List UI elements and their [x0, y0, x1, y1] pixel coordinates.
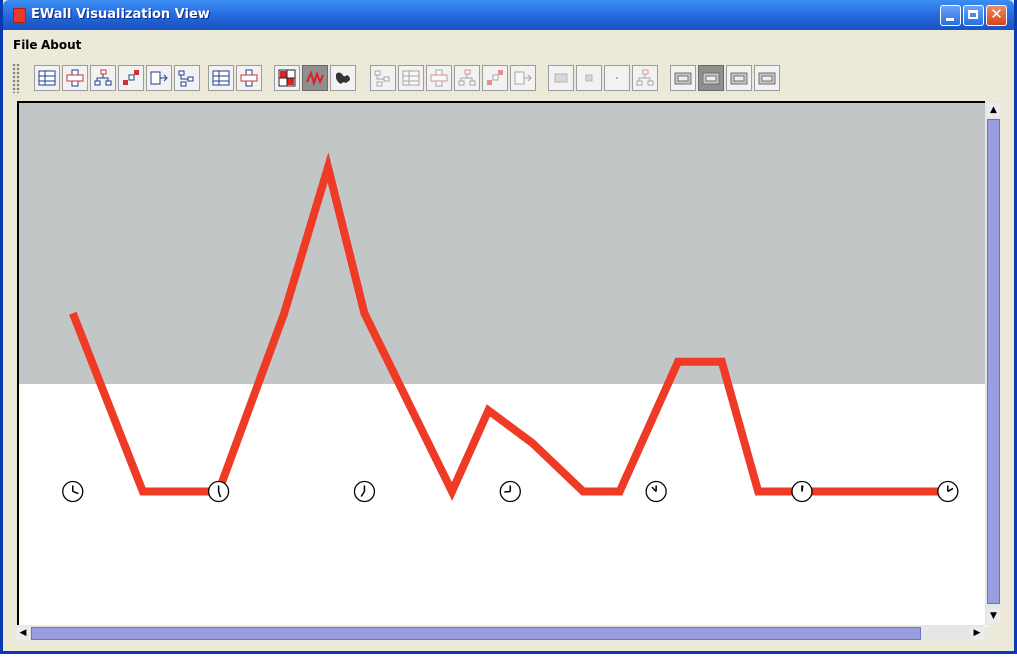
series-line-0	[69, 152, 948, 501]
line-chart-icon	[306, 70, 324, 87]
horizontal-scroll-thumb[interactable]	[31, 627, 921, 640]
window-wide-button[interactable]	[726, 65, 752, 91]
window-wide-icon	[730, 72, 748, 85]
vertical-scroll-thumb[interactable]	[987, 119, 1000, 604]
timeline-clock-icon-4[interactable]	[645, 480, 667, 503]
scroll-up-button[interactable]: ▲	[987, 103, 1000, 117]
tree-branch-icon	[178, 70, 194, 87]
pen-faded-icon	[402, 70, 420, 86]
small-square-button[interactable]	[576, 65, 602, 91]
dot-button[interactable]	[604, 65, 630, 91]
line-chart	[62, 152, 959, 503]
dot-icon	[616, 77, 618, 79]
grid-table-icon	[38, 70, 56, 86]
timeline-clock-icon-3[interactable]	[499, 480, 521, 503]
timeline-clock-icon-5[interactable]	[791, 480, 813, 503]
cross-grid-icon	[66, 69, 84, 87]
select-box-icon	[458, 69, 476, 86]
large-square-button[interactable]	[548, 65, 574, 91]
window-small-icon	[674, 72, 692, 85]
scatter-faded-button[interactable]	[510, 65, 536, 91]
align-faded-button[interactable]	[426, 65, 452, 91]
menu-file[interactable]: File	[13, 38, 38, 52]
window-plus-button[interactable]	[754, 65, 780, 91]
cluster-layout-icon	[240, 69, 258, 87]
window-medium-icon	[702, 72, 720, 85]
cluster-layout-button[interactable]	[236, 65, 262, 91]
branch-faded-icon	[374, 70, 390, 87]
red-grid-icon	[278, 69, 296, 87]
timeline-clock-icon-1[interactable]	[207, 480, 230, 503]
hierarchy-tree-button[interactable]	[90, 65, 116, 91]
title-bar[interactable]: EWall Visualization View ✕	[3, 0, 1014, 30]
toolbar-grip-handle[interactable]	[12, 63, 20, 93]
timeline-clock-icon-6[interactable]	[937, 480, 959, 503]
scroll-right-button[interactable]: ▶	[970, 627, 984, 640]
vertical-scrollbar[interactable]: ▲ ▼	[985, 101, 1002, 625]
org-faded-button[interactable]	[482, 65, 508, 91]
stair-chart-button[interactable]	[118, 65, 144, 91]
node-link-button[interactable]	[208, 65, 234, 91]
select-box-button[interactable]	[454, 65, 480, 91]
timeline-clock-icon-2[interactable]	[353, 480, 376, 503]
maximize-button[interactable]	[963, 5, 984, 26]
visualization-canvas[interactable]	[17, 101, 987, 627]
pen-faded-button[interactable]	[398, 65, 424, 91]
branch-small-icon	[636, 69, 654, 86]
line-chart-button[interactable]	[302, 65, 328, 91]
scatter-faded-icon	[514, 71, 532, 85]
world-map-icon	[336, 72, 350, 84]
cross-grid-button[interactable]	[62, 65, 88, 91]
world-map-button[interactable]	[330, 65, 356, 91]
window-title: EWall Visualization View	[31, 7, 210, 22]
window-medium-button[interactable]	[698, 65, 724, 91]
window-small-button[interactable]	[670, 65, 696, 91]
toolbar	[10, 60, 995, 96]
align-faded-icon	[430, 69, 448, 87]
stair-chart-icon	[123, 70, 139, 85]
branch-small-button[interactable]	[632, 65, 658, 91]
table-arrow-icon	[150, 71, 168, 85]
hierarchy-tree-icon	[94, 69, 112, 86]
close-button[interactable]: ✕	[986, 5, 1007, 26]
small-square-icon	[585, 74, 593, 82]
red-grid-button[interactable]	[274, 65, 300, 91]
horizontal-scrollbar[interactable]: ◀ ▶	[15, 625, 985, 642]
menu-about[interactable]: About	[41, 38, 81, 52]
app-icon	[13, 8, 26, 23]
node-link-icon	[212, 70, 230, 86]
close-icon: ✕	[990, 5, 1003, 23]
org-faded-icon	[487, 70, 503, 85]
large-square-icon	[554, 73, 568, 83]
timeline-clock-icon-0[interactable]	[62, 480, 84, 503]
grid-table-button[interactable]	[34, 65, 60, 91]
scroll-down-button[interactable]: ▼	[987, 609, 1000, 623]
window-plus-icon	[758, 72, 776, 85]
minimize-icon	[946, 18, 954, 21]
maximize-icon	[968, 10, 978, 19]
tree-branch-button[interactable]	[174, 65, 200, 91]
scroll-left-button[interactable]: ◀	[16, 627, 30, 640]
branch-faded-button[interactable]	[370, 65, 396, 91]
minimize-button[interactable]	[940, 5, 961, 26]
table-arrow-button[interactable]	[146, 65, 172, 91]
